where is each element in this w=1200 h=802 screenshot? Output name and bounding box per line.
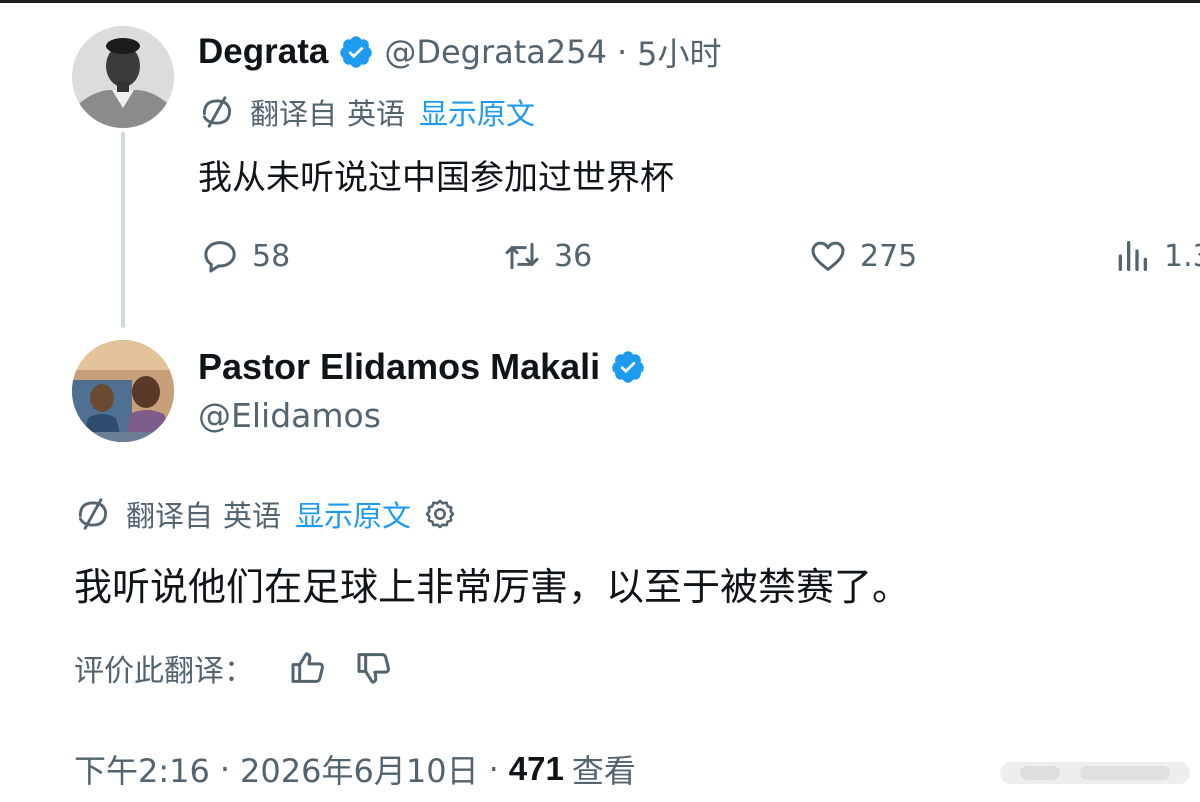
translate-icon [202, 96, 232, 128]
tweet1-separator: · [616, 33, 628, 71]
gear-icon[interactable] [423, 497, 457, 531]
translated-from-label: 翻译自 [126, 499, 214, 533]
tweet-thread-screenshot: Degrata @Degrata254 · 5小时 翻译自 英语 显示原文 我从… [0, 0, 1200, 802]
top-border [0, 0, 1200, 3]
views-chart-icon [1118, 241, 1147, 271]
tweet1-text: 我从未听说过中国参加过世界杯 [198, 158, 674, 198]
views-count-tweet1: 1.3 [1164, 238, 1200, 274]
tweet1-time[interactable]: 5小时 [637, 29, 721, 75]
tweet2-meta: 下午2:16 · 2026年6月10日 · 471 查看 [74, 746, 636, 792]
verified-badge-icon [340, 36, 373, 68]
watermark-blur [1000, 762, 1190, 784]
tweet1-header: Degrata @Degrata254 · 5小时 [198, 30, 722, 74]
show-original-link[interactable]: 显示原文 [295, 493, 411, 535]
rate-translation-bar: 评价此翻译： [74, 644, 394, 692]
meta-separator: · [219, 750, 231, 788]
retweet-icon [505, 242, 539, 270]
tweet2-handle[interactable]: @Elidamos [198, 396, 381, 435]
views-label: 查看 [571, 752, 636, 790]
heart-icon [811, 241, 845, 271]
avatar-elidamos[interactable] [72, 340, 174, 442]
views-button[interactable]: 1.3 [1112, 234, 1200, 278]
thread-connector-line [121, 132, 125, 328]
like-count: 275 [860, 238, 918, 274]
reply-icon [204, 241, 236, 273]
tweet2-translation-bar: 翻译自 英语 显示原文 [74, 492, 457, 536]
avatar-degrata[interactable] [72, 26, 174, 128]
source-language: 英语 [347, 97, 406, 131]
translate-icon [78, 498, 108, 530]
post-date[interactable]: 2026年6月10日 [240, 746, 479, 792]
rate-translation-label: 评价此翻译： [74, 654, 254, 689]
thumbs-down-icon[interactable] [354, 648, 394, 688]
show-original-link[interactable]: 显示原文 [419, 91, 535, 133]
reply-button[interactable]: 58 [200, 234, 290, 278]
tweet1-handle[interactable]: @Degrata254 [384, 33, 607, 71]
thumbs-up-icon[interactable] [288, 648, 328, 688]
tweet2-text: 我听说他们在足球上非常厉害，以至于被禁赛了。 [74, 565, 911, 609]
meta-separator: · [488, 750, 499, 788]
reply-count: 58 [252, 238, 291, 274]
tweet1-translation-bar: 翻译自 英语 显示原文 [198, 90, 535, 134]
tweet2-display-name[interactable]: Pastor Elidamos Makali [198, 346, 600, 388]
retweet-count: 36 [554, 238, 593, 274]
source-language: 英语 [223, 499, 282, 533]
retweet-button[interactable]: 36 [502, 234, 592, 278]
tweet2-header: Pastor Elidamos Makali [198, 344, 656, 390]
views-count: 471 [508, 750, 564, 787]
post-time[interactable]: 下午2:16 [74, 746, 210, 792]
translated-from-label: 翻译自 [250, 97, 338, 131]
verified-badge-icon [612, 351, 644, 383]
tweet1-display-name[interactable]: Degrata [198, 32, 328, 72]
like-button[interactable]: 275 [808, 234, 917, 278]
